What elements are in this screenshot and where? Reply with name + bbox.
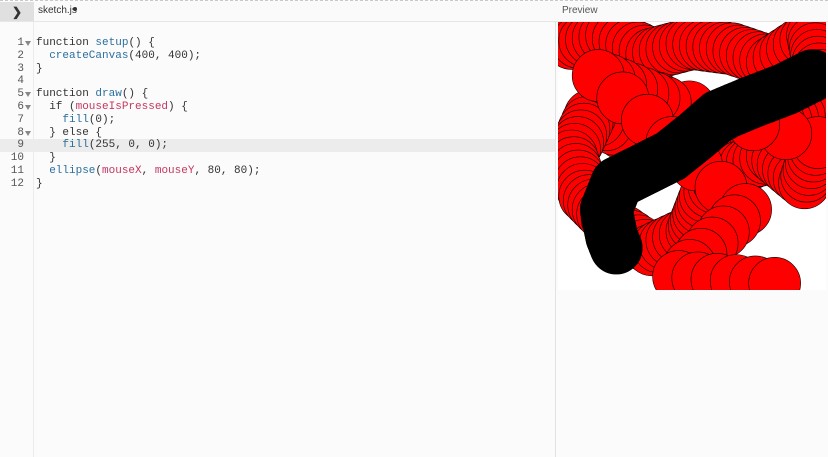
code-token: } else { bbox=[36, 126, 103, 139]
code-token: (255, 0, 0); bbox=[88, 139, 169, 152]
code-line[interactable]: 10 } bbox=[0, 152, 555, 165]
code-line[interactable]: 1 function setup() { bbox=[0, 37, 555, 50]
editor-header: ❯ sketch.js Preview bbox=[0, 2, 828, 22]
line-number: 9 bbox=[17, 139, 24, 152]
code-text: } bbox=[36, 63, 43, 76]
sketch-canvas[interactable] bbox=[558, 22, 826, 290]
fold-arrow-icon[interactable] bbox=[25, 41, 31, 46]
code-token: mouseY bbox=[154, 164, 195, 177]
line-number: 7 bbox=[17, 113, 24, 126]
code-line[interactable]: 12} bbox=[0, 178, 555, 191]
code-token: () { bbox=[121, 88, 149, 101]
code-token: } bbox=[36, 177, 43, 190]
code-token: function bbox=[36, 37, 96, 49]
file-tab-name[interactable]: sketch.js bbox=[38, 5, 77, 16]
code-token: draw bbox=[95, 88, 122, 101]
fold-arrow-icon[interactable] bbox=[25, 104, 31, 110]
code-token: (400, 400); bbox=[128, 49, 202, 62]
expand-sidebar-button[interactable]: ❯ bbox=[0, 2, 34, 21]
code-text: if (mouseIsPressed) { bbox=[36, 101, 188, 114]
code-text: createCanvas(400, 400); bbox=[36, 50, 201, 63]
code-token: function bbox=[36, 88, 96, 101]
line-number: 3 bbox=[17, 62, 24, 75]
code-line[interactable]: 9 fill(255, 0, 0); bbox=[0, 139, 555, 153]
code-text: fill(255, 0, 0); bbox=[36, 139, 168, 152]
chevron-right-icon: ❯ bbox=[11, 4, 23, 19]
line-number: 4 bbox=[17, 75, 24, 88]
sketch-drawing bbox=[558, 22, 826, 290]
code-text: function setup() { bbox=[36, 37, 155, 50]
code-text: } else { bbox=[36, 127, 102, 140]
code-token: mouseX bbox=[102, 164, 142, 177]
code-line[interactable]: 6 if (mouseIsPressed) { bbox=[0, 101, 555, 114]
code-line[interactable]: 3} bbox=[0, 63, 555, 76]
code-line[interactable]: 11 ellipse(mouseX, mouseY, 80, 80); bbox=[0, 165, 555, 178]
line-number: 8 bbox=[17, 126, 24, 139]
code-token: fill bbox=[62, 113, 89, 126]
unsaved-indicator bbox=[73, 7, 77, 11]
fold-arrow-icon[interactable] bbox=[25, 92, 31, 98]
code-text: function draw() { bbox=[36, 88, 148, 101]
code-text: fill(0); bbox=[36, 114, 115, 127]
code-line[interactable]: 8 } else { bbox=[0, 127, 555, 140]
code-line[interactable]: 5 function draw() { bbox=[0, 88, 555, 101]
code-line[interactable]: 4 bbox=[0, 75, 555, 88]
fold-arrow-icon[interactable] bbox=[25, 130, 31, 136]
preview-pane bbox=[556, 22, 828, 457]
code-token: , 80, 80); bbox=[194, 164, 261, 177]
code-token: (0); bbox=[88, 113, 116, 126]
code-token: } bbox=[36, 62, 43, 75]
line-number: 10 bbox=[10, 152, 24, 165]
line-number: 12 bbox=[10, 177, 24, 190]
line-number: 11 bbox=[10, 164, 24, 177]
line-number: 5 bbox=[17, 88, 24, 101]
code-token: ) { bbox=[168, 100, 188, 113]
line-number: 6 bbox=[17, 100, 24, 113]
code-token: , bbox=[141, 164, 155, 177]
code-token: fill bbox=[62, 139, 89, 152]
code-token: } bbox=[36, 152, 56, 165]
sketch-ellipse bbox=[589, 221, 643, 275]
code-token: ellipse bbox=[49, 164, 96, 177]
code-lines[interactable]: 1 function setup() {2 createCanvas(400, 4… bbox=[0, 37, 555, 191]
code-text: } bbox=[36, 178, 43, 191]
code-line[interactable]: 2 createCanvas(400, 400); bbox=[0, 50, 555, 63]
code-token: () { bbox=[128, 37, 155, 49]
code-token: if ( bbox=[36, 100, 76, 113]
code-text: ellipse(mouseX, mouseY, 80, 80); bbox=[36, 165, 260, 178]
line-number: 1 bbox=[17, 37, 24, 49]
code-editor[interactable]: 1 function setup() {2 createCanvas(400, 4… bbox=[0, 22, 556, 457]
code-token: createCanvas bbox=[49, 49, 129, 62]
preview-label: Preview bbox=[562, 5, 598, 16]
code-token: setup bbox=[95, 37, 129, 49]
code-token: mouseIsPressed bbox=[75, 100, 169, 113]
line-number: 2 bbox=[17, 49, 24, 62]
code-text: } bbox=[36, 152, 56, 165]
code-line[interactable]: 7 fill(0); bbox=[0, 114, 555, 127]
